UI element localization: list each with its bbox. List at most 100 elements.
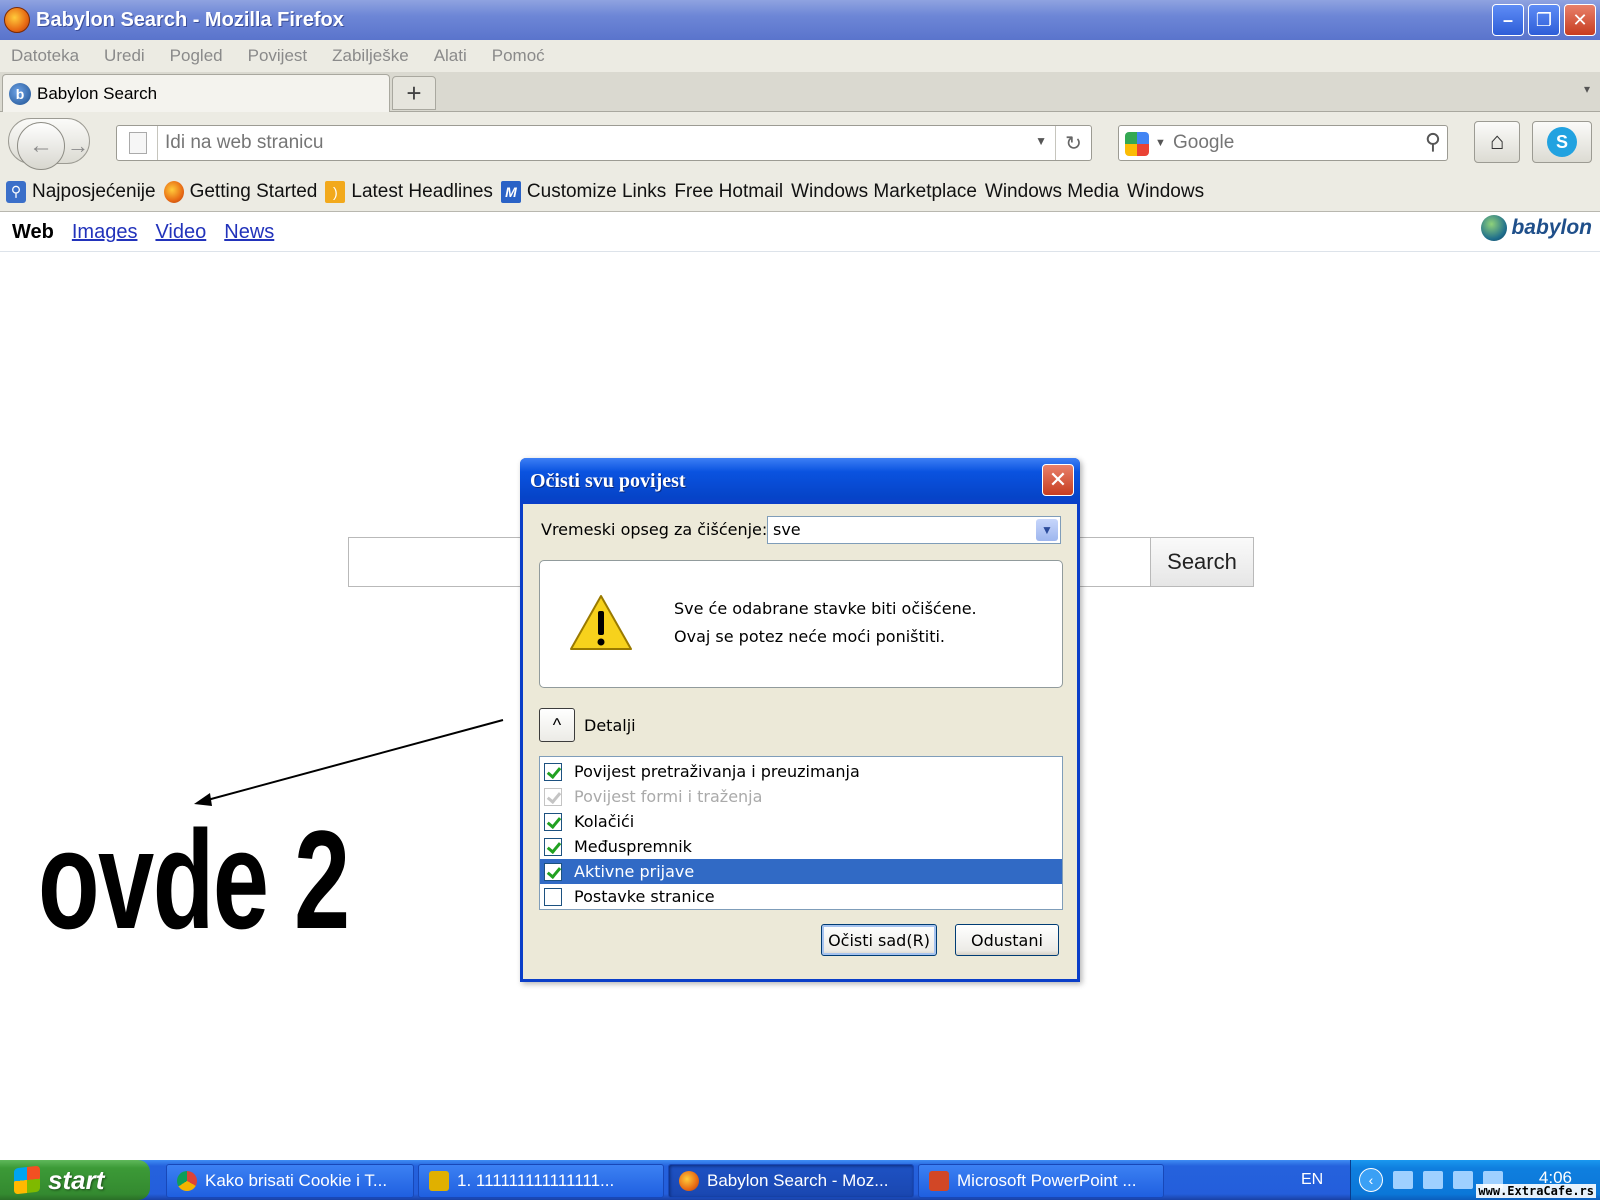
- item-browsing-history[interactable]: Povijest pretraživanja i preuzimanja: [540, 759, 1062, 784]
- details-label[interactable]: Detalji: [584, 716, 636, 735]
- menu-history[interactable]: Povijest: [248, 46, 308, 66]
- home-button[interactable]: ⌂: [1474, 121, 1520, 163]
- item-label: Povijest pretraživanja i preuzimanja: [574, 762, 860, 781]
- time-range-value: sve: [773, 520, 801, 539]
- nav-images[interactable]: Images: [72, 221, 138, 244]
- tab-label: Babylon Search: [37, 83, 158, 103]
- tray-expand-chevron-icon[interactable]: ‹: [1359, 1168, 1383, 1192]
- bookmark-windows-media[interactable]: Windows Media: [985, 181, 1119, 203]
- bookmark-windows[interactable]: Windows: [1127, 181, 1204, 203]
- checkbox[interactable]: [544, 887, 562, 906]
- window-controls: – ❐ ✕: [1492, 4, 1596, 36]
- new-tab-button[interactable]: +: [392, 76, 436, 110]
- page-icon: [129, 132, 147, 154]
- taskbar-item-powerpoint[interactable]: Microsoft PowerPoint ...: [918, 1164, 1164, 1198]
- search-bar[interactable]: ▼ ⚲: [1118, 125, 1448, 161]
- time-range-select[interactable]: sve ▼: [767, 516, 1061, 544]
- bookmark-windows-marketplace[interactable]: Windows Marketplace: [791, 181, 977, 203]
- bookmark-latest-headlines[interactable]: ) Latest Headlines: [325, 180, 493, 203]
- maximize-button[interactable]: ❐: [1528, 4, 1560, 36]
- reload-button[interactable]: ↻: [1055, 126, 1091, 160]
- babylon-nav: Web Images Video News: [12, 221, 274, 244]
- dialog-titlebar[interactable]: Očisti svu povijest ✕: [520, 458, 1080, 504]
- google-icon[interactable]: [1125, 132, 1149, 156]
- item-form-history: Povijest formi i traženja: [540, 784, 1062, 809]
- taskbar-item-chrome[interactable]: Kako brisati Cookie i T...: [166, 1164, 414, 1198]
- checkbox[interactable]: [544, 762, 562, 781]
- details-toggle-button[interactable]: ^: [539, 708, 575, 742]
- tab-list-chevron-icon[interactable]: ▾: [1584, 82, 1590, 96]
- dialog-title: Očisti svu povijest: [530, 469, 686, 492]
- watermark: www.ExtraCafe.rs: [1476, 1184, 1596, 1198]
- forward-button[interactable]: →: [67, 133, 89, 159]
- bookmark-free-hotmail[interactable]: Free Hotmail: [674, 181, 783, 203]
- menu-edit[interactable]: Uredi: [104, 46, 145, 66]
- close-button[interactable]: ✕: [1564, 4, 1596, 36]
- babylon-search-button[interactable]: Search: [1150, 537, 1254, 587]
- babylon-logo[interactable]: babylon: [1481, 215, 1592, 241]
- chrome-icon: [177, 1171, 197, 1191]
- checkbox[interactable]: [544, 862, 562, 881]
- taskbar-item-label: Microsoft PowerPoint ...: [957, 1171, 1137, 1190]
- dialog-close-button[interactable]: ✕: [1042, 464, 1074, 496]
- bookmarks-toolbar: ⚲ Najposjećenije Getting Started ) Lates…: [0, 172, 1600, 212]
- menu-help[interactable]: Pomoć: [492, 46, 545, 66]
- babylon-globe-icon: [1481, 215, 1508, 241]
- cancel-button[interactable]: Odustani: [955, 924, 1059, 956]
- url-bar[interactable]: ▼ ↻: [116, 125, 1092, 161]
- minimize-button[interactable]: –: [1492, 4, 1524, 36]
- language-indicator[interactable]: EN: [1301, 1171, 1323, 1189]
- nav-news[interactable]: News: [224, 221, 274, 244]
- divider: [0, 251, 1600, 252]
- bookmark-getting-started[interactable]: Getting Started: [163, 180, 318, 203]
- warning-line-1: Sve će odabrane stavke biti očišćene.: [674, 599, 977, 618]
- checkbox[interactable]: [544, 812, 562, 831]
- taskbar-item-firefox[interactable]: Babylon Search - Moz...: [668, 1164, 914, 1198]
- taskbar-item-app[interactable]: 1. 111111111111111...: [418, 1164, 664, 1198]
- search-input[interactable]: [1173, 130, 1403, 156]
- warning-box: Sve će odabrane stavke biti očišćene. Ov…: [539, 560, 1063, 688]
- menu-file[interactable]: Datoteka: [11, 46, 79, 66]
- search-icon[interactable]: ⚲: [1425, 129, 1441, 155]
- network-icon[interactable]: [1393, 1171, 1413, 1189]
- item-label: Postavke stranice: [574, 887, 715, 906]
- search-engine-chevron-icon[interactable]: ▼: [1155, 137, 1166, 149]
- bookmark-label: Windows: [1127, 180, 1205, 202]
- url-history-chevron-icon[interactable]: ▼: [1035, 134, 1047, 148]
- back-button[interactable]: ←: [17, 122, 65, 170]
- menu-bookmarks[interactable]: Zabilješke: [332, 46, 409, 66]
- item-cookies[interactable]: Kolačići: [540, 809, 1062, 834]
- tray-app-icon[interactable]: [1453, 1171, 1473, 1189]
- bookmark-label: Windows Media: [984, 180, 1120, 202]
- item-site-preferences[interactable]: Postavke stranice: [540, 884, 1062, 909]
- bookmark-label: Latest Headlines: [351, 180, 493, 202]
- most-visited-icon: ⚲: [6, 180, 26, 203]
- firefox-icon: [163, 180, 184, 203]
- menu-bar: Datoteka Uredi Pogled Povijest Zabilješk…: [0, 40, 1600, 72]
- menu-view[interactable]: Pogled: [170, 46, 223, 66]
- bookmark-customize-links[interactable]: M Customize Links: [500, 180, 666, 203]
- navigation-toolbar: ← → ▼ ↻ ▼ ⚲ ⌂ S: [0, 112, 1600, 172]
- clear-now-button[interactable]: Očisti sad(R): [821, 924, 937, 956]
- app-icon: [429, 1171, 449, 1191]
- chevron-down-icon[interactable]: ▼: [1036, 519, 1058, 541]
- skype-button[interactable]: S: [1532, 121, 1592, 163]
- window-titlebar[interactable]: Babylon Search - Mozilla Firefox – ❐ ✕: [0, 0, 1600, 40]
- menu-tools[interactable]: Alati: [434, 46, 467, 66]
- bookmark-label: Free Hotmail: [674, 180, 784, 202]
- checkbox[interactable]: [544, 837, 562, 856]
- signal-icon[interactable]: [1423, 1171, 1443, 1189]
- url-input[interactable]: [165, 130, 1025, 156]
- bookmark-most-visited[interactable]: ⚲ Najposjećenije: [6, 180, 156, 203]
- tab-babylon-search[interactable]: b Babylon Search: [2, 74, 390, 112]
- nav-video[interactable]: Video: [155, 221, 206, 244]
- start-button[interactable]: start: [0, 1160, 150, 1200]
- checkbox: [544, 787, 562, 806]
- item-active-logins[interactable]: Aktivne prijave: [540, 859, 1062, 884]
- window-title: Babylon Search - Mozilla Firefox: [36, 8, 344, 31]
- tab-strip: b Babylon Search + ▾: [0, 72, 1600, 112]
- bookmark-label: Getting Started: [189, 180, 318, 202]
- powerpoint-icon: [929, 1171, 949, 1191]
- item-cache[interactable]: Međuspremnik: [540, 834, 1062, 859]
- nav-web[interactable]: Web: [12, 221, 54, 244]
